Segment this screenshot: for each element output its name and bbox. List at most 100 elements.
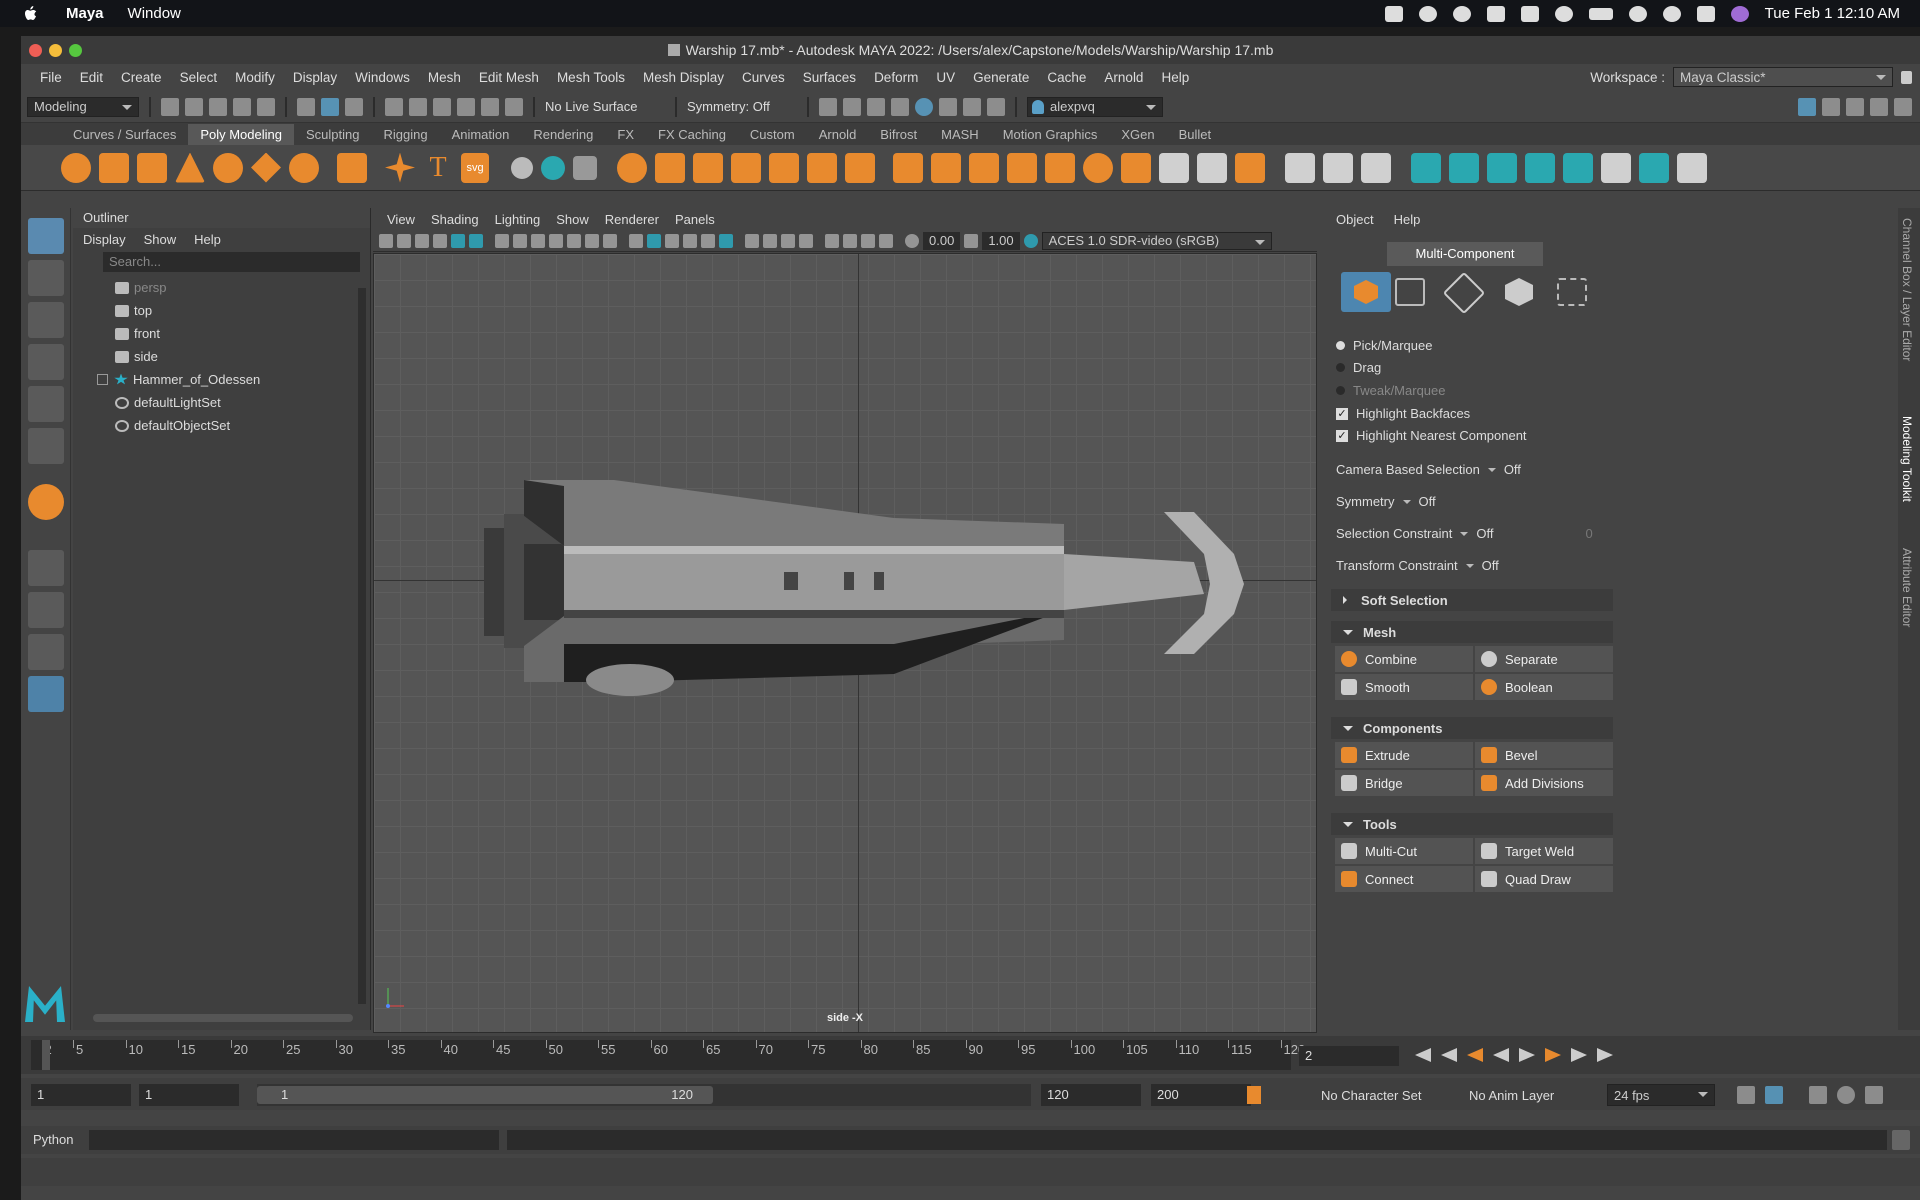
poly-cube-icon[interactable] xyxy=(99,152,129,183)
motion-blur-icon[interactable] xyxy=(763,233,777,248)
highlight-nearest-checkbox[interactable]: ✓ Highlight Nearest Component xyxy=(1336,428,1527,443)
connect-button[interactable]: Connect xyxy=(1335,866,1473,892)
menu-arnold[interactable]: Arnold xyxy=(1095,70,1152,85)
cache-playback-icon[interactable] xyxy=(1765,1086,1783,1104)
pick-marquee-radio[interactable]: Pick/Marquee xyxy=(1336,338,1432,353)
isolate-select-icon[interactable] xyxy=(825,233,839,248)
extract-icon[interactable] xyxy=(617,152,647,183)
spherical-uv-icon[interactable] xyxy=(1487,152,1517,183)
sound-icon[interactable] xyxy=(1809,1086,1827,1104)
menu-mesh[interactable]: Mesh xyxy=(419,70,470,85)
animation-start-field[interactable]: 1 xyxy=(31,1084,131,1106)
outliner-item-persp[interactable]: persp xyxy=(73,276,370,299)
poly-sphere-icon[interactable] xyxy=(61,152,91,183)
menu-surfaces[interactable]: Surfaces xyxy=(794,70,865,85)
menu-uv[interactable]: UV xyxy=(927,70,964,85)
ipr-render-icon[interactable] xyxy=(867,97,885,116)
shelf-tab-fx-caching[interactable]: FX Caching xyxy=(646,124,738,145)
step-forward-frame-icon[interactable] xyxy=(1571,1048,1587,1062)
combine-shelf-icon[interactable] xyxy=(511,156,533,179)
camera-attributes-icon[interactable] xyxy=(397,233,411,248)
control-center-icon[interactable] xyxy=(1696,5,1715,22)
safe-title-icon[interactable] xyxy=(603,233,617,248)
color-management-icon[interactable] xyxy=(1023,233,1038,248)
creative-cloud-icon[interactable] xyxy=(1418,5,1437,22)
live-surface-field[interactable]: No Live Surface xyxy=(545,99,665,114)
uv-mode-icon[interactable] xyxy=(1557,278,1587,306)
retopo-icon[interactable] xyxy=(931,152,961,183)
safe-action-icon[interactable] xyxy=(585,233,599,248)
auto-key-icon[interactable] xyxy=(1247,1086,1261,1104)
combine-button[interactable]: Combine xyxy=(1335,646,1473,672)
viewport-menu-view[interactable]: View xyxy=(379,212,423,227)
siri-icon[interactable] xyxy=(1730,5,1749,22)
side-tab-modeling-toolkit[interactable]: Modeling Toolkit xyxy=(1900,416,1914,502)
battery-icon[interactable] xyxy=(1588,7,1613,20)
shelf-tab-sculpting[interactable]: Sculpting xyxy=(294,124,371,145)
play-backwards-icon[interactable] xyxy=(1493,1048,1509,1062)
separate-shelf-icon[interactable] xyxy=(541,155,565,180)
warship-model[interactable] xyxy=(374,254,1317,1033)
object-mode-icon[interactable] xyxy=(1341,272,1391,312)
step-back-key-icon[interactable] xyxy=(1467,1048,1483,1062)
sew-uv-icon[interactable] xyxy=(1677,152,1707,183)
outliner-item-hammer-of-odessen[interactable]: Hammer_of_Odessen xyxy=(73,368,370,391)
toolkit-menu-object[interactable]: Object xyxy=(1336,212,1374,227)
xray-icon[interactable] xyxy=(843,233,857,248)
current-time-marker[interactable] xyxy=(41,1040,50,1070)
render-view-icon[interactable] xyxy=(843,97,861,116)
range-bar-fill[interactable]: 1 120 xyxy=(257,1086,713,1104)
minimize-window-button[interactable] xyxy=(49,44,62,57)
shadows-icon[interactable] xyxy=(719,233,733,248)
boolean-button[interactable]: Boolean xyxy=(1475,674,1613,700)
new-scene-icon[interactable] xyxy=(161,97,179,116)
poly-cylinder-icon[interactable] xyxy=(137,152,167,183)
menu-deform[interactable]: Deform xyxy=(865,70,927,85)
command-input[interactable] xyxy=(89,1130,499,1150)
bevel-icon[interactable] xyxy=(1045,152,1075,183)
menu-set-dropdown[interactable]: Modeling xyxy=(27,96,139,117)
wedge-icon[interactable] xyxy=(1197,152,1227,183)
animation-preferences-icon[interactable] xyxy=(1837,1086,1855,1104)
time-slider-bar[interactable]: 2510152025303540455055606570758085909510… xyxy=(31,1040,1305,1070)
snap-view-icon[interactable] xyxy=(457,97,475,116)
arnold-ipr-icon[interactable] xyxy=(963,97,981,116)
rotate-tool-icon[interactable] xyxy=(28,386,64,422)
vertex-mode-icon[interactable] xyxy=(1395,278,1425,306)
gamma-icon[interactable] xyxy=(964,233,979,248)
play-icon[interactable] xyxy=(1554,5,1573,22)
snap-curve-icon[interactable] xyxy=(409,97,427,116)
snap-grid-icon[interactable] xyxy=(385,97,403,116)
outliner-search-input[interactable]: Search... xyxy=(103,252,360,272)
hypershade-icon[interactable] xyxy=(915,97,933,116)
bookmark-icon[interactable] xyxy=(415,233,429,248)
viewport-side[interactable]: side -X xyxy=(373,253,1317,1033)
character-set-field[interactable]: No Character Set xyxy=(1321,1088,1421,1103)
shelf-tab-bullet[interactable]: Bullet xyxy=(1167,124,1224,145)
planar-uv-icon[interactable] xyxy=(1411,152,1441,183)
undo-icon[interactable] xyxy=(233,97,251,116)
arnold-render-icon[interactable] xyxy=(939,97,957,116)
gate-mask-icon[interactable] xyxy=(549,233,563,248)
type-icon[interactable]: T xyxy=(423,152,453,183)
auto-uv-icon[interactable] xyxy=(1525,152,1555,183)
boolean-union-icon[interactable] xyxy=(731,152,761,183)
xray-joints-icon[interactable] xyxy=(861,233,875,248)
wifi-icon[interactable] xyxy=(1628,5,1647,22)
step-forward-key-icon[interactable] xyxy=(1545,1048,1561,1062)
smooth-icon[interactable] xyxy=(807,152,837,183)
last-tool-icon[interactable] xyxy=(28,484,64,520)
spotlight-search-icon[interactable] xyxy=(1662,5,1681,22)
menu-cache[interactable]: Cache xyxy=(1038,70,1095,85)
grid-icon[interactable] xyxy=(495,233,509,248)
smooth-button[interactable]: Smooth xyxy=(1335,674,1473,700)
menu-curves[interactable]: Curves xyxy=(733,70,794,85)
menu-display[interactable]: Display xyxy=(284,70,346,85)
use-all-lights-icon[interactable] xyxy=(701,233,715,248)
drag-radio[interactable]: Drag xyxy=(1336,360,1381,375)
symmetry-field[interactable]: Symmetry: Off xyxy=(687,99,797,114)
play-forwards-icon[interactable] xyxy=(1519,1048,1535,1062)
viewport-menu-show[interactable]: Show xyxy=(548,212,597,227)
soft-selection-section[interactable]: Soft Selection xyxy=(1331,589,1613,611)
multi-component-button[interactable]: Multi-Component xyxy=(1387,242,1543,266)
